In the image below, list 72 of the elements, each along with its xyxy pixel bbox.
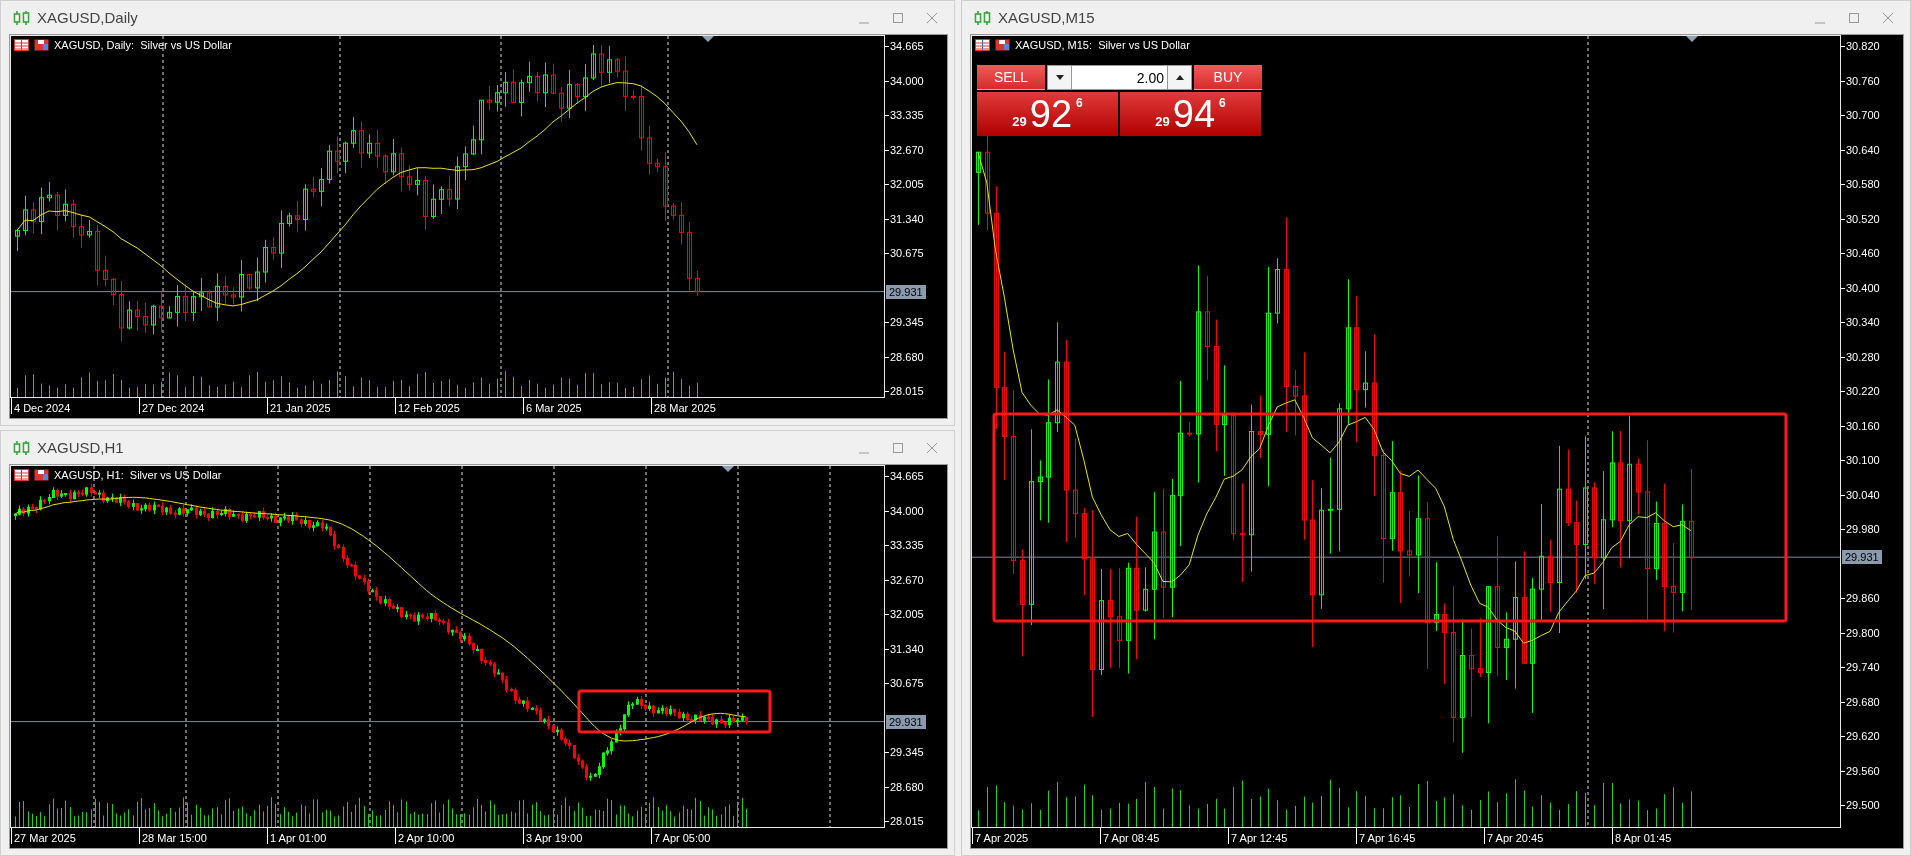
time-label: 7 Apr 05:00 (651, 828, 711, 844)
chart-title: XAGUSD, Daily: Silver vs US Dollar (54, 39, 232, 51)
price-label: 33.335 (885, 538, 924, 552)
time-label: 7 Apr 20:45 (1484, 828, 1544, 844)
price-label: 30.160 (1841, 418, 1880, 433)
time-label: 21 Jan 2025 (267, 398, 331, 414)
price-label: 33.335 (885, 108, 924, 122)
price-label: 30.820 (1841, 39, 1880, 53)
time-label: 1 Apr 01:00 (267, 828, 327, 844)
price-label: 29.500 (1841, 798, 1880, 812)
price-label: 34.665 (885, 39, 924, 53)
price-label: 29.560 (1841, 763, 1880, 778)
price-label: 29.980 (1841, 522, 1880, 536)
price-label: 29.800 (1841, 625, 1880, 640)
price-label: 30.580 (1841, 177, 1880, 191)
price-label: 32.670 (885, 142, 924, 157)
time-label: 28 Mar 15:00 (139, 828, 207, 844)
price-label: 29.620 (1841, 729, 1880, 743)
price-label: 31.340 (885, 641, 924, 656)
chart-title: XAGUSD, M15: Silver vs US Dollar (1015, 39, 1190, 51)
time-label: 28 Mar 2025 (651, 398, 716, 414)
price-label: 30.220 (1841, 384, 1880, 398)
time-label: 8 Apr 01:45 (1612, 828, 1672, 844)
price-label: 29.740 (1841, 660, 1880, 674)
price-label: 32.005 (885, 177, 924, 191)
time-label: 2 Apr 10:00 (395, 828, 455, 844)
current-price-label: 29.931 (1842, 550, 1882, 565)
time-label: 3 Apr 19:00 (523, 828, 583, 844)
current-price-label: 29.931 (886, 714, 926, 729)
current-price-label: 29.931 (886, 284, 926, 299)
price-label: 28.680 (885, 349, 924, 364)
price-label: 34.000 (885, 73, 924, 88)
price-label: 30.460 (1841, 246, 1880, 260)
price-label: 30.700 (1841, 108, 1880, 122)
time-label: 6 Mar 2025 (523, 398, 582, 414)
window-title: XAGUSD,H1 (37, 439, 125, 456)
price-label: 30.520 (1841, 211, 1880, 226)
price-label: 30.100 (1841, 453, 1880, 467)
time-label: 7 Apr 08:45 (1100, 828, 1160, 844)
chart-title: XAGUSD, H1: Silver vs US Dollar (54, 469, 222, 481)
price-label: 32.005 (885, 607, 924, 621)
time-label: 4 Dec 2024 (11, 398, 71, 414)
price-label: 30.340 (1841, 315, 1880, 329)
price-label: 30.760 (1841, 73, 1880, 88)
price-label: 32.670 (885, 572, 924, 587)
sell-button[interactable]: SELL (977, 65, 1045, 90)
lot-size-field[interactable]: 2.00 (1072, 65, 1167, 90)
price-label: 30.040 (1841, 487, 1880, 502)
time-label: 12 Feb 2025 (395, 398, 460, 414)
price-label: 30.675 (885, 676, 924, 690)
price-label: 30.675 (885, 246, 924, 260)
price-label: 29.345 (885, 315, 924, 329)
price-label: 29.680 (1841, 694, 1880, 709)
time-label: 27 Mar 2025 (11, 828, 76, 844)
price-label: 28.015 (885, 384, 924, 398)
time-label: 27 Dec 2024 (139, 398, 205, 414)
price-label: 30.280 (1841, 349, 1880, 364)
window-title: XAGUSD,Daily (37, 9, 139, 26)
window-title: XAGUSD,M15 (998, 9, 1096, 26)
price-label: 28.015 (885, 814, 924, 828)
buy-button[interactable]: BUY (1194, 65, 1262, 90)
price-label: 34.665 (885, 469, 924, 483)
price-label: 30.640 (1841, 142, 1880, 157)
price-label: 31.340 (885, 211, 924, 226)
price-label: 28.680 (885, 779, 924, 794)
time-label: 7 Apr 12:45 (1228, 828, 1288, 844)
price-label: 34.000 (885, 503, 924, 518)
price-label: 29.860 (1841, 591, 1880, 605)
price-label: 29.345 (885, 745, 924, 759)
time-label: 7 Apr 16:45 (1356, 828, 1416, 844)
price-label: 30.400 (1841, 280, 1880, 295)
time-label: 7 Apr 2025 (972, 828, 1029, 844)
